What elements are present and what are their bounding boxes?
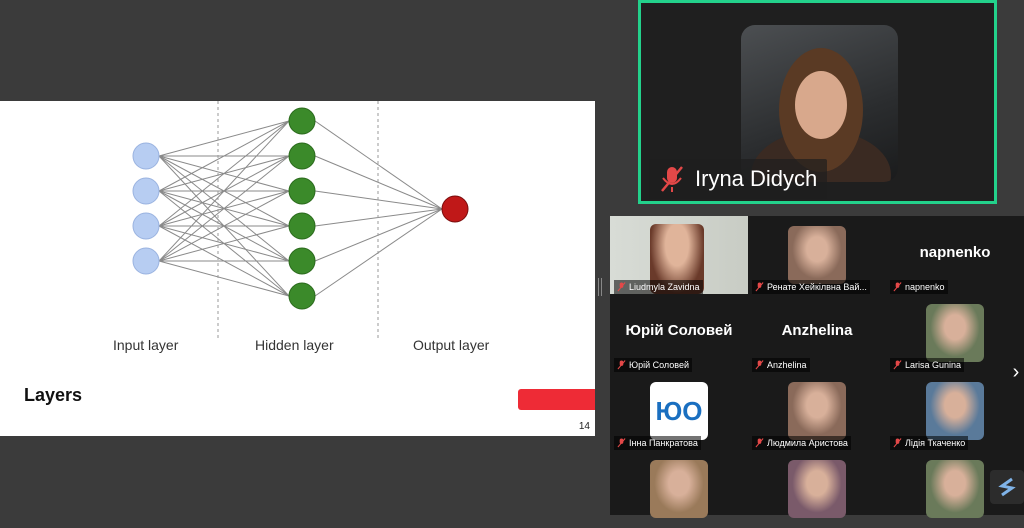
participant-display-name: Anzhelina (781, 322, 853, 339)
participant-avatar (650, 460, 708, 518)
mic-muted-icon (617, 360, 626, 370)
mic-muted-icon (893, 360, 902, 370)
mic-muted-icon (617, 438, 626, 448)
participant-tile[interactable] (610, 450, 748, 528)
slide-title: Layers (24, 385, 83, 405)
input-node (132, 177, 160, 205)
speaker-name: Iryna Didych (695, 166, 818, 191)
mic-muted-icon (755, 360, 764, 370)
participant-avatar (926, 460, 984, 518)
hidden-node (288, 282, 316, 310)
active-speaker-tile[interactable]: Iryna Didych (638, 0, 997, 204)
participant-name-label: Юрій Соловей (614, 358, 693, 372)
input-node (132, 212, 160, 240)
mic-muted-icon (755, 438, 764, 448)
shared-slide: Input layer Hidden layer Output layer La… (0, 101, 595, 436)
mic-muted-icon (617, 282, 626, 292)
hidden-node (288, 247, 316, 275)
participant-name-label: Людмила Аристова (752, 436, 851, 450)
participant-avatar-logo: ЮО (650, 382, 708, 440)
input-node (132, 142, 160, 170)
participant-avatar (926, 304, 984, 362)
participant-gallery: Liudmyla Zavidna Ренате Хейкілвна Вай... n… (610, 216, 1024, 518)
participant-name-label: Larisa Gunina (890, 358, 965, 372)
hidden-layer-label: Hidden layer (255, 337, 334, 353)
participant-name-label: Лідія Ткаченко (890, 436, 969, 450)
participant-name-label: Anzhelina (752, 358, 810, 372)
output-node (441, 195, 469, 223)
participant-avatar (788, 460, 846, 518)
participant-name-label: Ренате Хейкілвна Вай... (752, 280, 870, 294)
participant-tile[interactable] (748, 450, 886, 528)
mic-muted-icon (893, 282, 902, 292)
hidden-node (288, 142, 316, 170)
hidden-node (288, 177, 316, 205)
slide-page-number: 14 (578, 421, 590, 432)
participant-avatar (788, 382, 846, 440)
chevron-right-icon[interactable]: › (1008, 360, 1024, 384)
edge-hidden-output (314, 120, 443, 210)
network-nodes (132, 107, 469, 310)
input-layer-label: Input layer (113, 337, 179, 353)
participant-tile[interactable]: Anzhelina Anzhelina (748, 294, 886, 372)
hidden-node (288, 212, 316, 240)
participant-display-name: napnenko (919, 244, 991, 261)
participant-tile[interactable]: Людмила Аристова (748, 372, 886, 450)
edge-input-hidden (158, 120, 290, 227)
edge-input-hidden (158, 260, 290, 297)
mic-muted-icon (661, 166, 683, 192)
participant-name-label: napnenko (890, 280, 948, 294)
participant-name-label: Інна Панкратова (614, 436, 701, 450)
participant-tile[interactable]: Larisa Gunina (886, 294, 1024, 372)
input-node (132, 247, 160, 275)
edge-input-hidden (158, 120, 290, 157)
participant-tile[interactable]: napnenko napnenko (886, 216, 1024, 294)
participant-tile[interactable]: Liudmyla Zavidna (610, 216, 748, 294)
neural-network-diagram (132, 101, 469, 341)
participant-tile[interactable]: ЮО Інна Панкратова (610, 372, 748, 450)
participant-name-label: Liudmyla Zavidna (614, 280, 703, 294)
participant-tile[interactable]: Лідія Ткаченко (886, 372, 1024, 450)
participant-tile[interactable]: Ренате Хейкілвна Вай... (748, 216, 886, 294)
participant-display-name: Юрій Соловей (625, 322, 733, 339)
mic-muted-icon (893, 438, 902, 448)
split-drag-handle[interactable] (598, 278, 602, 296)
slide-accent-bar (518, 389, 595, 410)
participant-avatar (926, 382, 984, 440)
output-layer-label: Output layer (413, 337, 490, 353)
speaker-namebar: Iryna Didych (649, 159, 828, 199)
participant-tile[interactable]: Юрій Соловей Юрій Соловей (610, 294, 748, 372)
app-logo-icon[interactable] (990, 470, 1024, 504)
hidden-node (288, 107, 316, 135)
participant-avatar (788, 226, 846, 284)
mic-muted-icon (755, 282, 764, 292)
